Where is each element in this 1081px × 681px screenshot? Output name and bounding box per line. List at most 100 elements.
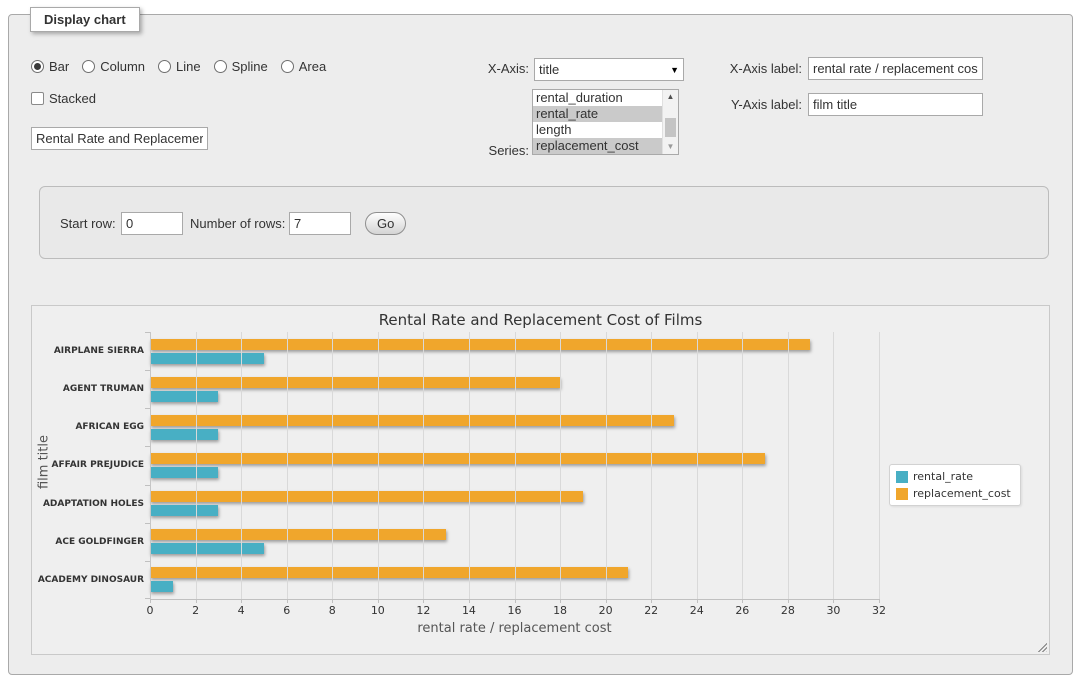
radio-icon [281,60,294,73]
x-axis-ticks: 02468101214161820222426283032 [150,604,879,618]
resize-handle-icon[interactable] [1036,641,1047,652]
panel-title: Display chart [30,7,140,32]
category-label: AIRPLANE SIERRA [54,346,144,356]
chart-title-input[interactable] [31,127,208,150]
category-tick [145,598,150,599]
x-tick-label: 4 [238,604,245,617]
stacked-label: Stacked [49,91,96,106]
category-label: AFRICAN EGG [75,422,144,432]
scrollbar[interactable]: ▲ ▼ [662,90,678,154]
bar-replacement_cost[interactable] [150,529,446,540]
category-tick [145,523,150,524]
series-option-length[interactable]: length [533,122,663,138]
series-select-label: Series: [429,143,529,158]
series-listbox[interactable]: rental_durationrental_ratelengthreplacem… [532,89,679,155]
axis-tick [287,599,288,603]
x-tick-label: 18 [553,604,567,617]
chart-type-column[interactable]: Column [82,59,145,74]
checkbox-icon [31,92,44,105]
chart-type-spline[interactable]: Spline [214,59,268,74]
x-tick-label: 2 [192,604,199,617]
bar-rental_rate[interactable] [150,543,264,554]
series-option-rental_duration[interactable]: rental_duration [533,90,663,106]
scrollbar-down-icon[interactable]: ▼ [663,140,678,154]
category-label: ACE GOLDFINGER [55,537,144,547]
category-tick [145,561,150,562]
category-label: AGENT TRUMAN [63,384,144,394]
plot-area: AIRPLANE SIERRAAGENT TRUMANAFRICAN EGGAF… [150,332,879,600]
chart-title: Rental Rate and Replacement Cost of Film… [32,311,1049,329]
chart-type-label: Spline [232,59,268,74]
legend-item-replacement_cost[interactable]: replacement_cost [896,487,1011,500]
axis-tick [332,599,333,603]
legend-items: rental_rate replacement_cost [896,470,1011,500]
chart-type-line[interactable]: Line [158,59,201,74]
axis-tick [651,599,652,603]
chart-type-label: Area [299,59,326,74]
bar-replacement_cost[interactable] [150,567,628,578]
gridline [788,332,789,599]
chart-type-bar[interactable]: Bar [31,59,69,74]
gridline [515,332,516,599]
chevron-down-icon: ▼ [670,65,679,75]
start-row-input[interactable] [121,212,183,235]
category-label: ACADEMY DINOSAUR [38,575,144,585]
x-axis-select-label: X-Axis: [429,61,529,76]
axis-tick [378,599,379,603]
x-axis-title: rental rate / replacement cost [150,621,879,636]
chart: Rental Rate and Replacement Cost of Film… [31,305,1050,655]
axis-tick [241,599,242,603]
axis-tick [697,599,698,603]
gridline [241,332,242,599]
series-option-replacement_cost[interactable]: replacement_cost [533,138,663,154]
bar-replacement_cost[interactable] [150,415,674,426]
series-option-rental_rate[interactable]: rental_rate [533,106,663,122]
x-tick-label: 10 [371,604,385,617]
bar-rental_rate[interactable] [150,391,218,402]
bar-replacement_cost[interactable] [150,491,583,502]
y-axis-label-input[interactable] [808,93,983,116]
category-tick [145,370,150,371]
scrollbar-up-icon[interactable]: ▲ [663,90,678,104]
x-tick-label: 6 [283,604,290,617]
gridline [196,332,197,599]
chart-legend: rental_rate replacement_cost [889,464,1021,506]
chart-type-radio-group: Bar Column Line Spline Area [31,59,326,74]
gridline [697,332,698,599]
bar-rental_rate[interactable] [150,353,264,364]
axis-tick [742,599,743,603]
legend-swatch [896,471,908,483]
axis-tick [423,599,424,603]
category-tick [145,485,150,486]
number-of-rows-input[interactable] [289,212,351,235]
gridline [423,332,424,599]
scrollbar-thumb[interactable] [665,118,676,137]
chart-type-label: Bar [49,59,69,74]
category-label: AFFAIR PREJUDICE [51,460,144,470]
row-range-panel: Start row: Number of rows: Go [39,186,1049,259]
chart-type-area[interactable]: Area [281,59,326,74]
bar-replacement_cost[interactable] [150,339,810,350]
gridline [150,332,151,599]
bar-rental_rate[interactable] [150,467,218,478]
bar-rental_rate[interactable] [150,581,173,592]
x-axis-select[interactable]: title ▼ [534,58,684,81]
x-axis-label-input[interactable] [808,57,983,80]
go-button[interactable]: Go [365,212,406,235]
gridline [560,332,561,599]
x-axis-selected-value: title [539,62,559,77]
bar-rental_rate[interactable] [150,505,218,516]
category-tick [145,446,150,447]
number-of-rows-label: Number of rows: [190,216,285,231]
legend-item-rental_rate[interactable]: rental_rate [896,470,1011,483]
chart-type-label: Line [176,59,201,74]
radio-icon [214,60,227,73]
x-tick-label: 26 [735,604,749,617]
bar-rental_rate[interactable] [150,429,218,440]
radio-icon [158,60,171,73]
bar-replacement_cost[interactable] [150,377,560,388]
legend-label: rental_rate [913,470,973,483]
bar-replacement_cost[interactable] [150,453,765,464]
gridline [332,332,333,599]
stacked-checkbox[interactable]: Stacked [31,91,96,106]
